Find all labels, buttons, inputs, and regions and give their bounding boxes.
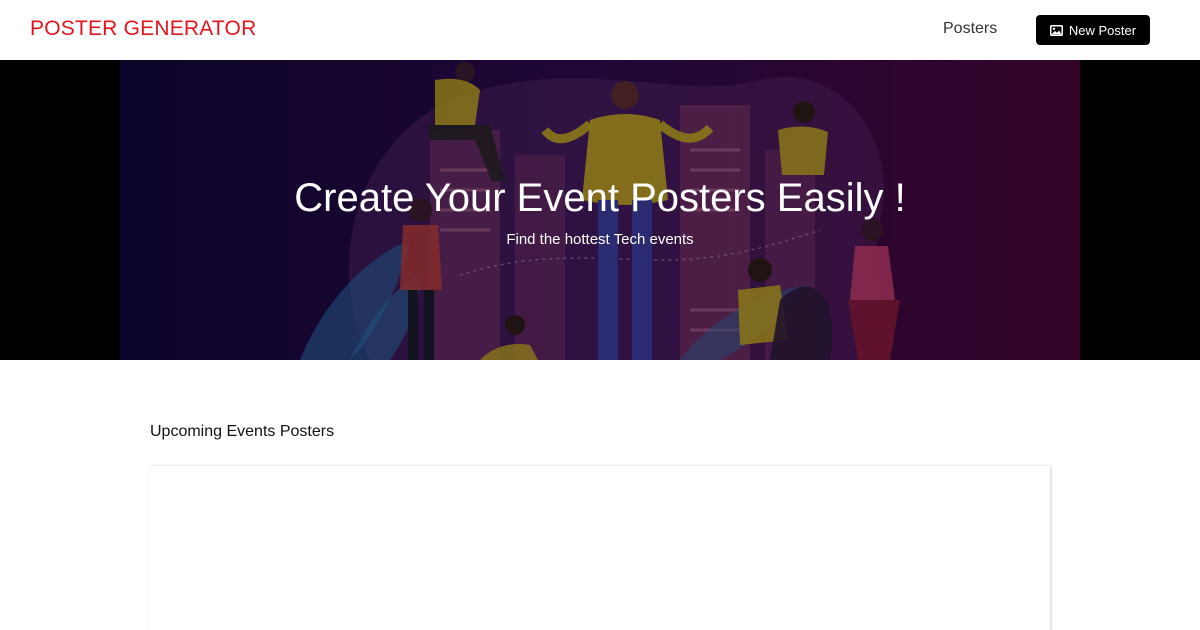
hero-banner: Create Your Event Posters Easily ! Find … — [0, 60, 1200, 360]
hero-text-block: Create Your Event Posters Easily ! Find … — [120, 60, 1080, 360]
nav-link-posters[interactable]: Posters — [943, 20, 997, 38]
new-poster-button[interactable]: New Poster — [1036, 15, 1150, 45]
hero-title: Create Your Event Posters Easily ! — [294, 176, 906, 220]
top-navbar: POSTER GENERATOR Posters New Poster — [0, 0, 1200, 60]
brand-logo-link[interactable]: POSTER GENERATOR — [30, 17, 256, 41]
section-heading: Upcoming Events Posters — [150, 423, 335, 440]
hero-subtitle: Find the hottest Tech events — [506, 231, 694, 248]
image-icon — [1049, 24, 1063, 36]
posters-card — [150, 466, 1050, 630]
new-poster-label: New Poster — [1068, 22, 1137, 38]
